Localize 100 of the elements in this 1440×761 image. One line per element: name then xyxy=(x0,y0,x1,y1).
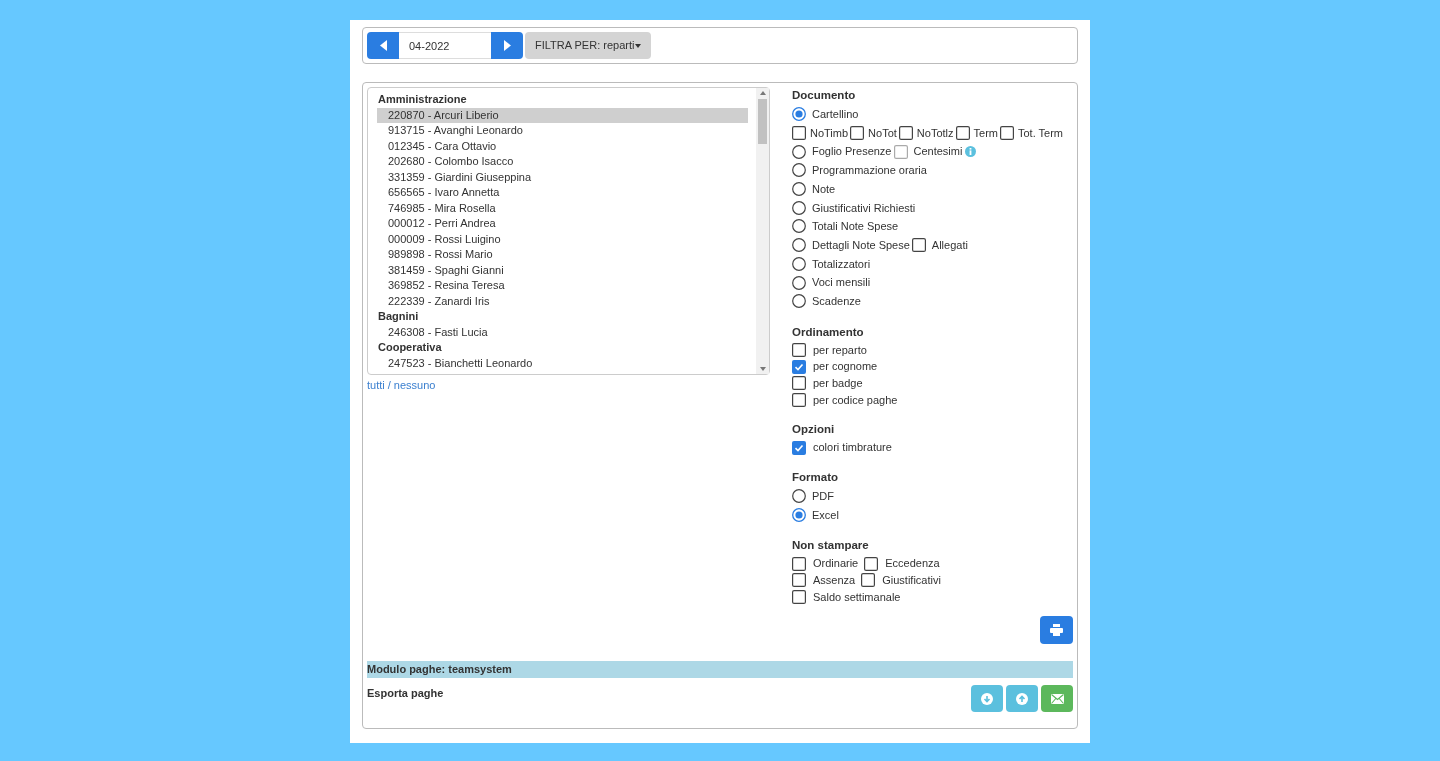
payroll-module-bar: Modulo paghe: teamsystem xyxy=(367,661,1073,679)
scroll-up-arrow-icon[interactable] xyxy=(759,91,766,95)
radio-button[interactable] xyxy=(792,238,806,253)
option-label: Note xyxy=(812,181,836,197)
employee-option[interactable]: 656565 - Ivaro Annetta xyxy=(377,185,748,201)
section-title: Opzioni xyxy=(792,422,836,438)
department-header: Amministrazione xyxy=(377,92,468,107)
department-header: Bagnini xyxy=(377,309,420,324)
option-label: Totalizzatori xyxy=(812,256,871,272)
department-header: Cooperativa xyxy=(377,340,443,355)
employee-option[interactable]: 202680 - Colombo Isacco xyxy=(377,154,748,170)
option-label: Allegati xyxy=(931,237,968,253)
checkbox[interactable] xyxy=(792,440,806,455)
option-label: per badge xyxy=(813,376,863,392)
section-title: Formato xyxy=(792,470,839,485)
checkbox[interactable] xyxy=(850,126,865,141)
section-title: Ordinamento xyxy=(792,324,865,340)
checkbox[interactable] xyxy=(898,126,913,141)
option-label: Ordinarie xyxy=(813,556,859,572)
checkbox[interactable] xyxy=(792,556,806,571)
option-label: Foglio Presenze xyxy=(812,144,892,160)
radio-button[interactable] xyxy=(792,182,806,197)
export-payroll-label: Esporta paghe xyxy=(367,686,444,702)
envelope-icon xyxy=(1050,693,1064,704)
option-label: NoTimb xyxy=(810,125,849,141)
radio-button[interactable] xyxy=(792,275,806,290)
previous-button[interactable] xyxy=(367,32,399,59)
checkbox[interactable] xyxy=(861,573,876,588)
next-button[interactable] xyxy=(491,32,523,59)
employee-option[interactable]: 222339 - Zanardi Iris xyxy=(377,293,748,309)
radio-button[interactable] xyxy=(792,163,806,178)
employee-option[interactable]: 000009 - Rossi Luigino xyxy=(377,231,748,247)
option-label: Centesimi xyxy=(913,144,963,160)
select-all-link[interactable]: tutti xyxy=(367,377,385,394)
select-none-link[interactable]: nessuno xyxy=(393,377,436,394)
scrollbar[interactable] xyxy=(756,88,769,374)
radio-button[interactable] xyxy=(792,144,806,159)
period-field[interactable]: 04-2022 xyxy=(399,32,491,59)
checkbox[interactable] xyxy=(792,590,806,605)
radio-button[interactable] xyxy=(792,107,806,122)
caret-icon xyxy=(635,43,642,48)
print-button[interactable] xyxy=(1040,616,1073,645)
radio-button[interactable] xyxy=(792,294,806,309)
option-label: Giustificativi xyxy=(882,573,941,589)
radio-button[interactable] xyxy=(792,219,806,234)
option-label: Eccedenza xyxy=(885,556,940,572)
employee-listbox[interactable] xyxy=(367,87,770,375)
option-label: Scadenze xyxy=(812,293,861,309)
employee-option[interactable]: 246308 - Fasti Lucia xyxy=(377,324,748,340)
option-label: NoTotlz xyxy=(916,125,954,141)
checkbox[interactable] xyxy=(792,392,806,407)
section-title: Documento xyxy=(792,88,857,103)
printer-icon xyxy=(1050,624,1063,637)
checkbox[interactable] xyxy=(864,556,879,571)
employee-option[interactable]: 247523 - Bianchetti Leonardo xyxy=(377,355,748,371)
scroll-down-arrow-icon[interactable] xyxy=(759,367,766,371)
radio-button[interactable] xyxy=(792,200,806,215)
option-label: NoTot xyxy=(868,125,897,141)
option-label: Totali Note Spese xyxy=(812,219,899,235)
radio-button[interactable] xyxy=(792,508,806,523)
option-label: Giustificativi Richiesti xyxy=(812,200,916,216)
checkbox[interactable] xyxy=(792,359,806,374)
option-label: per codice paghe xyxy=(813,392,898,408)
checkbox[interactable] xyxy=(792,376,806,391)
employee-option[interactable]: 331359 - Giardini Giuseppina xyxy=(377,169,748,185)
up-circle-icon xyxy=(1016,692,1028,705)
employee-option[interactable]: 989898 - Rossi Mario xyxy=(377,247,748,263)
option-label: Excel xyxy=(812,507,839,523)
option-label: per cognome xyxy=(813,359,878,375)
checkbox[interactable] xyxy=(792,342,806,357)
scroll-thumb[interactable] xyxy=(758,99,767,144)
option-label: PDF xyxy=(812,489,834,505)
option-label: Cartellino xyxy=(812,107,859,123)
checkbox[interactable] xyxy=(955,126,970,141)
option-label: Programmazione oraria xyxy=(812,163,927,179)
checkbox[interactable] xyxy=(911,238,926,253)
link-separator: / xyxy=(387,378,391,393)
option-label: Saldo settimanale xyxy=(813,589,901,605)
down-circle-icon xyxy=(981,692,993,705)
option-label: Voci mensili xyxy=(812,275,871,291)
employee-option[interactable]: 220870 - Arcuri Liberio xyxy=(377,107,748,123)
radio-button[interactable] xyxy=(792,489,806,504)
radio-button[interactable] xyxy=(792,256,806,271)
right-arrow-icon xyxy=(503,40,511,51)
checkbox[interactable] xyxy=(792,573,806,588)
left-arrow-icon xyxy=(379,40,387,51)
employee-option[interactable]: 913715 - Avanghi Leonardo xyxy=(377,123,748,139)
section-title: Non stampare xyxy=(792,538,870,554)
employee-option[interactable]: 746985 - Mira Rosella xyxy=(377,200,748,216)
employee-option[interactable]: 000012 - Perri Andrea xyxy=(377,216,748,232)
checkbox[interactable] xyxy=(792,126,806,141)
filter-dropdown[interactable]: FILTRA PER: reparti xyxy=(525,32,652,59)
checkbox[interactable] xyxy=(1000,126,1014,141)
option-label: colori timbrature xyxy=(813,440,892,456)
option-label: Tot. Term xyxy=(1018,125,1064,141)
employee-option[interactable]: 369852 - Resina Teresa xyxy=(377,278,748,294)
option-label: Dettagli Note Spese xyxy=(812,237,910,253)
employee-option[interactable]: 381459 - Spaghi Gianni xyxy=(377,262,748,278)
employee-option[interactable]: 012345 - Cara Ottavio xyxy=(377,138,748,154)
option-label: per reparto xyxy=(813,342,867,358)
